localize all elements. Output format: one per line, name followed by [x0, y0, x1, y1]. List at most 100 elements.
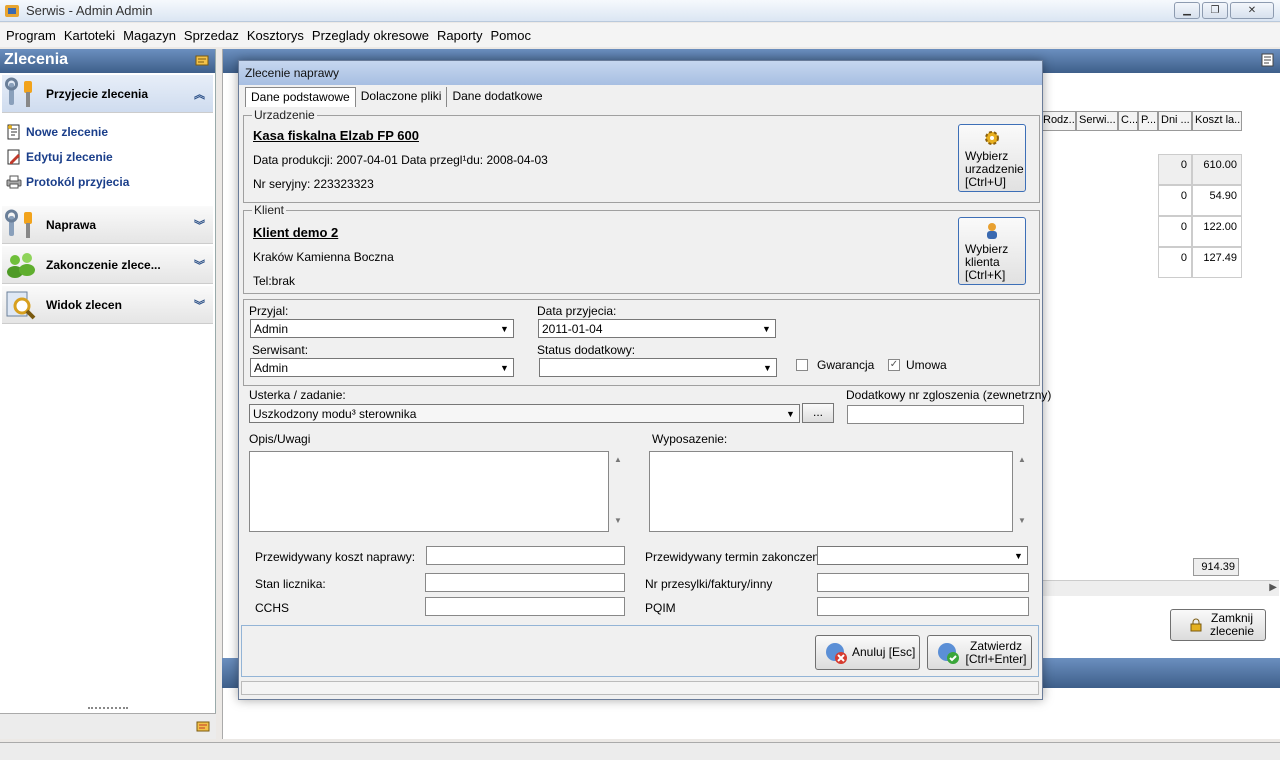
- nav-protokol-przyjecia[interactable]: Protokól przyjecia: [6, 169, 215, 194]
- termin-select[interactable]: ▼: [817, 546, 1028, 565]
- menu-kartoteki[interactable]: Kartoteki: [60, 28, 119, 43]
- confirm-button[interactable]: Zatwierdz [Ctrl+Enter]: [927, 635, 1032, 670]
- licznik-input[interactable]: [425, 573, 625, 592]
- client-phone: Tel:brak: [253, 274, 296, 288]
- menu-kosztorys[interactable]: Kosztorys: [243, 28, 308, 43]
- przyjal-select[interactable]: Admin ▼: [250, 319, 514, 338]
- horizontal-scrollbar[interactable]: ▶: [1043, 580, 1279, 596]
- gear-icon: [985, 131, 999, 145]
- group-przyjecie-zlecenia[interactable]: Przyjecie zlecenia ︽: [2, 75, 213, 113]
- status-label: Status dodatkowy:: [537, 343, 636, 357]
- client-name-link[interactable]: Klient demo 2: [253, 225, 338, 240]
- data-przyjecia-value: 2011-01-04: [542, 322, 603, 336]
- column-header[interactable]: Serwi...: [1076, 111, 1118, 131]
- group-label: Przyjecie zlecenia: [46, 87, 149, 101]
- close-button[interactable]: ✕: [1230, 2, 1274, 19]
- cell-dni: 0: [1158, 247, 1192, 278]
- usterka-value: Uszkodzony modu³ sterownika: [253, 407, 417, 421]
- select-device-button[interactable]: Wybierz urzadzenie [Ctrl+U]: [958, 124, 1026, 192]
- select-device-label: Wybierz urzadzenie [Ctrl+U]: [965, 149, 1024, 189]
- column-header[interactable]: Rodz...: [1040, 111, 1076, 131]
- minimize-button[interactable]: ▁: [1174, 2, 1200, 19]
- restore-button[interactable]: ❐: [1202, 2, 1228, 19]
- pqim-label: PQIM: [645, 601, 676, 615]
- client-address: Kraków Kamienna Boczna: [253, 250, 394, 264]
- cancel-label: Anuluj [Esc]: [852, 645, 916, 659]
- chevron-down-icon: ▼: [500, 362, 509, 373]
- tab-dane-dodatkowe[interactable]: Dane dodatkowe: [447, 87, 547, 107]
- group-label: Naprawa: [46, 218, 97, 232]
- menu-raporty[interactable]: Raporty: [433, 28, 487, 43]
- data-przyjecia-select[interactable]: 2011-01-04 ▼: [538, 319, 776, 338]
- dialog-tabs: Dane podstawowe Dolaczone pliki Dane dod…: [245, 87, 548, 107]
- wyposazenie-textarea[interactable]: [649, 451, 1013, 532]
- menu-pomoc[interactable]: Pomoc: [487, 28, 535, 43]
- cancel-button[interactable]: Anuluj [Esc]: [815, 635, 920, 670]
- column-header[interactable]: Dni ...: [1158, 111, 1192, 131]
- serwisant-label: Serwisant:: [252, 343, 309, 357]
- usterka-label: Usterka / zadanie:: [249, 388, 346, 402]
- extra-nr-label: Dodatkowy nr zgloszenia (zewnetrzny): [846, 388, 1052, 402]
- cell-koszt: 54.90: [1192, 185, 1242, 216]
- configure-icon[interactable]: [196, 719, 210, 733]
- notes-icon[interactable]: [1261, 53, 1275, 67]
- select-client-button[interactable]: Wybierz klienta [Ctrl+K]: [958, 217, 1026, 285]
- umowa-label: Umowa: [906, 358, 947, 372]
- gwarancja-label: Gwarancja: [817, 358, 875, 372]
- cchs-label: CCHS: [255, 601, 290, 615]
- close-order-button[interactable]: Zamknij zlecenie: [1170, 609, 1266, 641]
- menu-sprzedaz[interactable]: Sprzedaz: [180, 28, 243, 43]
- order-form-section: Przyjal: Admin ▼ Data przyjecia: 2011-01…: [243, 299, 1040, 386]
- menu-magazyn[interactable]: Magazyn: [119, 28, 180, 43]
- opis-label: Opis/Uwagi: [249, 432, 311, 446]
- tools-icon: [5, 77, 32, 107]
- usterka-browse-button[interactable]: ...: [802, 403, 834, 423]
- serwisant-value: Admin: [254, 361, 289, 375]
- people-icon: [7, 253, 35, 278]
- device-legend: Urzadzenie: [252, 108, 317, 122]
- select-client-label: Wybierz klienta [Ctrl+K]: [965, 242, 1009, 282]
- group-naprawa[interactable]: Naprawa ︾: [2, 206, 213, 244]
- device-section: Urzadzenie Kasa fiskalna Elzab FP 600 Da…: [243, 108, 1040, 203]
- nav-nowe-zlecenie[interactable]: Nowe zlecenie: [6, 119, 215, 144]
- group-widok-zlecen[interactable]: Widok zlecen ︾: [2, 286, 213, 324]
- data-przyjecia-label: Data przyjecia:: [537, 304, 617, 318]
- device-name-link[interactable]: Kasa fiskalna Elzab FP 600: [253, 128, 419, 143]
- confirm-label: Zatwierdz [Ctrl+Enter]: [965, 638, 1027, 666]
- przyjal-label: Przyjal:: [249, 304, 289, 318]
- nav-edytuj-zlecenie[interactable]: Edytuj zlecenie: [6, 144, 215, 169]
- cchs-input[interactable]: [425, 597, 625, 616]
- gwarancja-checkbox[interactable]: [796, 359, 808, 371]
- pqim-input[interactable]: [817, 597, 1029, 616]
- cell-dni: 0: [1158, 216, 1192, 247]
- group-zakonczenie-zlecen[interactable]: Zakonczenie zlece... ︾: [2, 246, 213, 284]
- usterka-select[interactable]: Uszkodzony modu³ sterownika ▼: [249, 404, 800, 423]
- column-header[interactable]: P...: [1138, 111, 1158, 131]
- left-nav-panel: Zlecenia Przyjecie zlecenia ︽ Nowe zlece…: [0, 49, 216, 739]
- column-header[interactable]: Koszt la...: [1192, 111, 1242, 131]
- umowa-checkbox[interactable]: ✓: [888, 359, 900, 371]
- wyposazenie-scrollbar[interactable]: ▲ ▼: [1015, 455, 1029, 530]
- chevron-down-icon: ▼: [762, 323, 771, 334]
- tab-dolaczone-pliki[interactable]: Dolaczone pliki: [356, 87, 448, 107]
- new-document-icon: [7, 124, 20, 139]
- opis-scrollbar[interactable]: ▲ ▼: [611, 455, 625, 530]
- cell-koszt: 610.00: [1192, 154, 1242, 185]
- tab-dane-podstawowe[interactable]: Dane podstawowe: [245, 87, 356, 107]
- chevron-down-icon: ▼: [500, 323, 509, 334]
- przesylka-input[interactable]: [817, 573, 1029, 592]
- menu-program[interactable]: Program: [2, 28, 60, 43]
- koszt-input[interactable]: [426, 546, 625, 565]
- magnifier-icon: [6, 291, 36, 320]
- status-select[interactable]: ▼: [539, 358, 777, 377]
- device-dates: Data produkcji: 2007-04-01 Data przegl¹d…: [253, 153, 548, 167]
- scroll-right-icon[interactable]: ▶: [1269, 582, 1277, 593]
- menu-przeglady[interactable]: Przeglady okresowe: [308, 28, 433, 43]
- printer-icon: [6, 175, 22, 188]
- splitter-grip[interactable]: [88, 707, 128, 711]
- serwisant-select[interactable]: Admin ▼: [250, 358, 514, 377]
- pin-icon[interactable]: [195, 53, 209, 67]
- column-header[interactable]: C...: [1118, 111, 1138, 131]
- opis-textarea[interactable]: [249, 451, 609, 532]
- extra-nr-input[interactable]: [847, 405, 1024, 424]
